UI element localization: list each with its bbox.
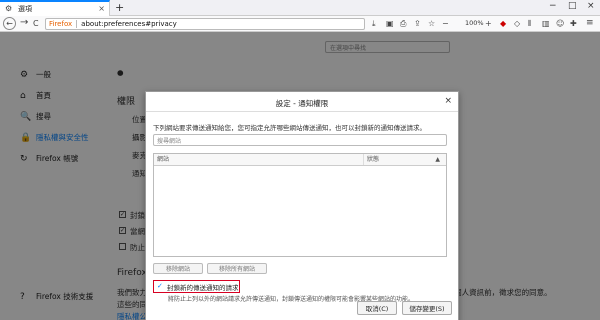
remove-site-button[interactable]: 移除網站 (153, 263, 203, 274)
library-icon[interactable]: ⫴ (528, 19, 531, 29)
addon-icon[interactable]: ✚ (570, 19, 577, 28)
column-site[interactable]: 網站 (154, 154, 364, 165)
dialog-divider (146, 111, 458, 112)
block-new-requests-checkbox[interactable]: ✓ 封鎖新的傳送通知的請求 (153, 280, 240, 293)
tab-close-icon[interactable]: × (98, 4, 105, 13)
firefox-brand-label: Firefox (49, 20, 73, 28)
print-icon[interactable]: ⎙ (400, 19, 406, 29)
share-icon[interactable]: ⇪ (414, 19, 421, 28)
block-new-requests-label: 封鎖新的傳送通知的請求 (167, 283, 239, 292)
url-bar[interactable]: Firefox about:preferences#privacy (45, 18, 365, 30)
zoom-out-icon[interactable]: − (442, 19, 449, 28)
bookmark-icon[interactable]: ☆ (428, 19, 435, 28)
sidebar-icon[interactable]: ▥ (542, 19, 550, 28)
close-window-button[interactable]: × (587, 1, 595, 11)
sites-table: 網站 狀態 ▲ (153, 153, 447, 257)
save-changes-button[interactable]: 儲存變更(S) (402, 301, 452, 315)
site-search-input[interactable]: 搜尋網站 (153, 134, 447, 146)
zoom-level[interactable]: 100% (465, 19, 484, 27)
preferences-page: 在選項中尋找 ⚙ 一般 ⌂ 首頁 🔍 搜尋 🔒 隱私權與安全性 ↻ Firefo… (0, 32, 600, 320)
tab-strip: ⚙ 選項 × + − □ × (0, 0, 600, 16)
account-icon[interactable]: ☺ (556, 19, 564, 28)
minimize-button[interactable]: − (549, 1, 557, 11)
navigation-toolbar: ← → C Firefox about:preferences#privacy … (0, 16, 600, 32)
url-separator (76, 20, 78, 28)
tab-preferences[interactable]: ⚙ 選項 × (0, 0, 110, 16)
cancel-button[interactable]: 取消(C) (357, 301, 397, 315)
dialog-title: 設定 - 通知權限 (275, 99, 329, 108)
tab-title: 選項 (18, 5, 32, 13)
reload-button[interactable]: C (33, 19, 39, 28)
table-header: 網站 狀態 ▲ (154, 154, 446, 166)
screenshot-icon[interactable]: ▣ (386, 19, 394, 28)
extension-icon[interactable]: ◇ (514, 19, 520, 28)
ublock-icon[interactable]: ◆ (500, 19, 506, 28)
maximize-button[interactable]: □ (568, 1, 577, 11)
remove-all-sites-button[interactable]: 移除所有網站 (207, 263, 267, 274)
column-status-label: 狀態 (367, 156, 380, 163)
forward-button[interactable]: → (20, 17, 28, 28)
gear-icon: ⚙ (5, 4, 13, 13)
check-icon: ✓ (157, 282, 164, 290)
sort-up-icon: ▲ (435, 156, 440, 163)
url-text[interactable]: about:preferences#privacy (81, 20, 177, 28)
back-button[interactable]: ← (3, 17, 16, 30)
notification-permissions-dialog: 設定 - 通知權限 × 下列網站要求傳送通知給您，您可指定允許哪些網站傳送通知，… (145, 91, 459, 320)
zoom-in-icon[interactable]: + (485, 19, 492, 28)
download-icon[interactable]: ⤓ (372, 19, 376, 29)
close-icon[interactable]: × (444, 96, 452, 106)
new-tab-button[interactable]: + (115, 1, 124, 14)
menu-icon[interactable]: ≡ (586, 18, 594, 28)
dialog-description: 下列網站要求傳送通知給您，您可指定允許哪些網站傳送通知，也可以封鎖新的通知傳送請… (153, 124, 426, 132)
column-status[interactable]: 狀態 ▲ (364, 154, 446, 165)
